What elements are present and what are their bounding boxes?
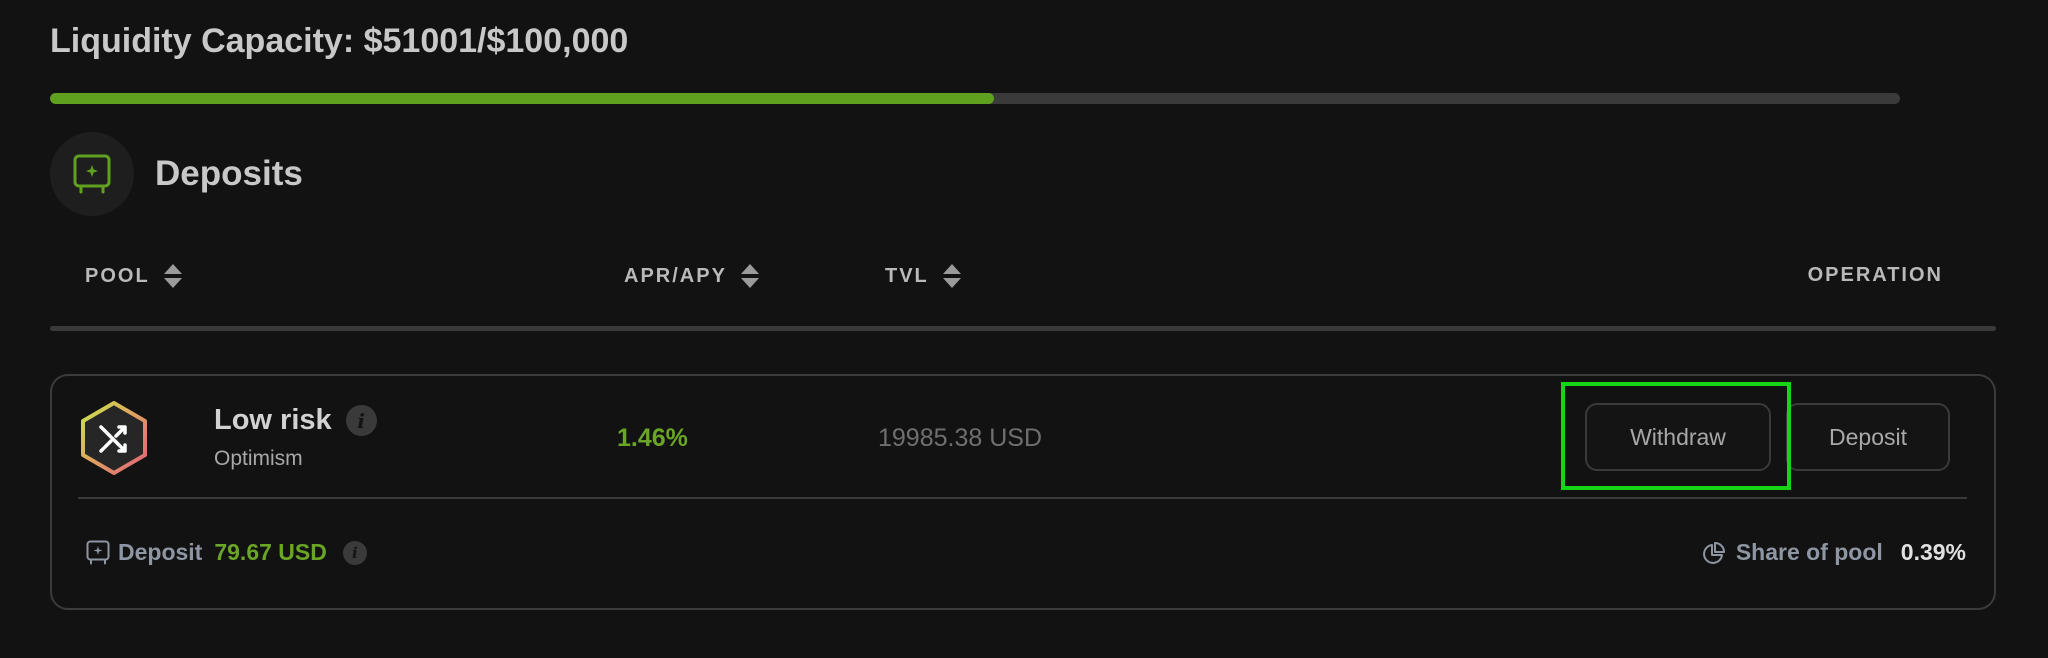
info-icon[interactable]: i bbox=[345, 405, 377, 436]
pool-apr-value: 1.46% bbox=[617, 424, 688, 452]
shuffle-hexagon-icon bbox=[81, 401, 147, 475]
deposit-button[interactable]: Deposit bbox=[1786, 403, 1950, 471]
safe-icon bbox=[73, 154, 111, 194]
deposit-amount: 79.67 USD bbox=[214, 539, 327, 565]
pool-network: Optimism bbox=[214, 447, 303, 470]
pie-chart-icon bbox=[1702, 541, 1725, 564]
share-label: Share of pool bbox=[1735, 539, 1883, 565]
sort-icon[interactable] bbox=[942, 264, 961, 288]
column-header-tvl[interactable]: TVL bbox=[885, 264, 961, 288]
share-of-pool: Share of pool 0.39% bbox=[1702, 539, 1966, 566]
card-divider bbox=[78, 497, 1967, 499]
pool-name-label: Low risk bbox=[214, 404, 332, 436]
sort-icon[interactable] bbox=[740, 264, 759, 288]
column-header-operation: OPERATION bbox=[1808, 264, 1943, 287]
withdraw-button[interactable]: Withdraw bbox=[1585, 403, 1771, 471]
column-header-apr-label: APR/APY bbox=[624, 264, 727, 287]
column-header-tvl-label: TVL bbox=[885, 264, 929, 287]
capacity-progress-fill bbox=[50, 93, 994, 104]
deposit-summary: Deposit 79.67 USD i bbox=[86, 539, 367, 566]
deposits-section-icon bbox=[50, 132, 134, 216]
column-header-apr[interactable]: APR/APY bbox=[624, 264, 759, 288]
table-header-divider bbox=[50, 326, 1996, 331]
column-header-operation-label: OPERATION bbox=[1807, 264, 1943, 286]
sort-icon[interactable] bbox=[163, 264, 182, 288]
share-value: 0.39% bbox=[1900, 539, 1966, 565]
safe-icon bbox=[86, 540, 110, 565]
info-icon[interactable]: i bbox=[342, 540, 367, 565]
column-header-pool[interactable]: POOL bbox=[85, 264, 182, 288]
capacity-progress-bar bbox=[50, 93, 1900, 104]
column-header-pool-label: POOL bbox=[85, 264, 150, 287]
pool-name: Low risk i bbox=[214, 404, 377, 437]
pool-tvl-value: 19985.38 USD bbox=[878, 424, 1043, 452]
deposit-label: Deposit bbox=[118, 539, 203, 565]
liquidity-capacity-title: Liquidity Capacity: $51001/$100,000 bbox=[50, 22, 629, 60]
deposits-title: Deposits bbox=[155, 154, 303, 193]
